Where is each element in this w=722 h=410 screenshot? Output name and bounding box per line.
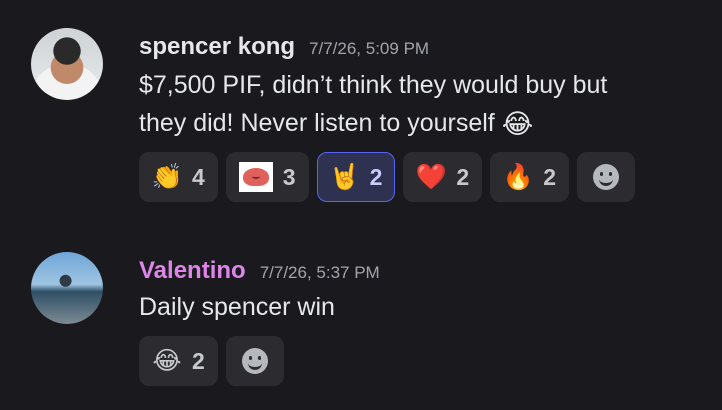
reaction-rock-on[interactable]: 🤘 2 xyxy=(316,152,396,202)
reaction-count: 2 xyxy=(456,163,470,190)
tears-of-joy-icon: 😂 xyxy=(501,109,534,139)
message-line-text: they did! Never listen to yourself xyxy=(139,109,495,137)
add-reaction-button[interactable] xyxy=(225,336,284,386)
timestamp: 7/7/26, 5:09 PM xyxy=(309,39,430,58)
reaction-count: 2 xyxy=(543,163,556,190)
timestamp: 7/7/26, 5:37 PM xyxy=(259,263,380,282)
message-line-2: they did! Never listen to yourself 😂 xyxy=(139,104,699,142)
reaction-clap[interactable]: 👏 4 xyxy=(139,152,218,202)
add-reaction-smile-icon xyxy=(241,348,268,374)
message-content: Daily spencer win xyxy=(139,289,699,326)
reaction-count: 2 xyxy=(192,347,205,374)
message-line: Daily spencer win xyxy=(139,293,335,321)
reaction-count: 2 xyxy=(369,163,383,190)
blob-emoji-icon xyxy=(238,162,273,192)
rock-on-hand-icon: 🤘 xyxy=(329,162,361,191)
username[interactable]: spencer kong xyxy=(139,33,295,61)
heart-icon: ❤️ xyxy=(415,162,447,191)
message-header: Valentino 7/7/26, 5:37 PM xyxy=(139,257,380,285)
avatar[interactable] xyxy=(31,252,103,324)
reaction-fire[interactable]: 🔥 2 xyxy=(490,152,569,202)
tears-of-joy-icon: 😂 xyxy=(152,346,182,375)
reaction-blob[interactable]: 3 xyxy=(225,152,309,202)
reaction-count: 3 xyxy=(282,163,296,190)
message-content: $7,500 PIF, didn’t think they would buy … xyxy=(139,67,699,142)
fire-icon: 🔥 xyxy=(502,162,534,191)
reaction-heart[interactable]: ❤️ 2 xyxy=(403,152,483,202)
username[interactable]: Valentino xyxy=(139,257,246,285)
add-reaction-button[interactable] xyxy=(576,152,635,202)
reaction-tears-of-joy[interactable]: 😂 2 xyxy=(139,336,218,386)
reaction-count: 4 xyxy=(192,163,205,190)
reactions-bar: 😂 2 xyxy=(139,336,284,386)
message-line: $7,500 PIF, didn’t think they would buy … xyxy=(139,71,608,99)
clapping-hands-icon: 👏 xyxy=(151,162,183,191)
add-reaction-smile-icon xyxy=(592,164,619,190)
message-header: spencer kong 7/7/26, 5:09 PM xyxy=(139,33,429,61)
avatar[interactable] xyxy=(31,28,103,100)
reactions-bar: 👏 4 3 🤘 2 ❤️ 2 🔥 2 xyxy=(139,152,635,202)
